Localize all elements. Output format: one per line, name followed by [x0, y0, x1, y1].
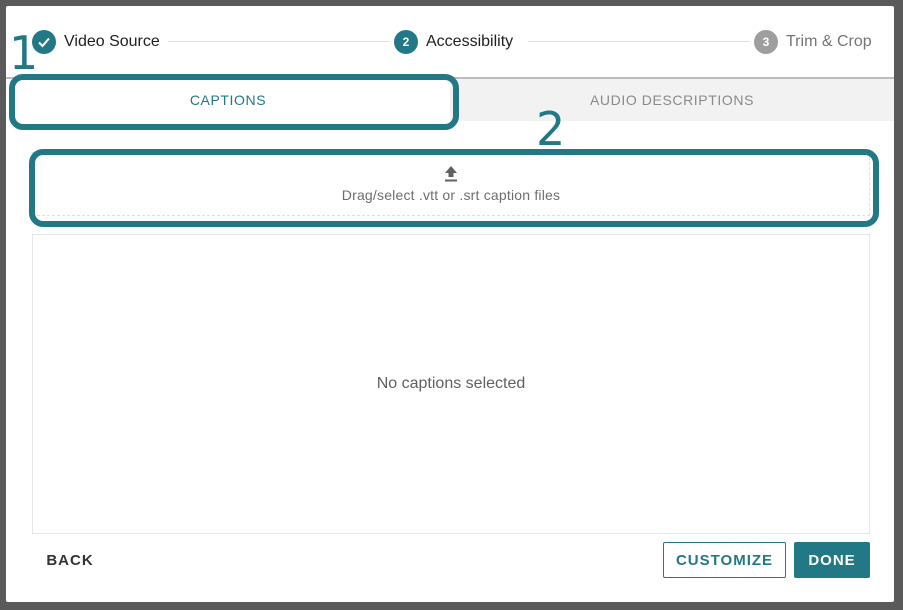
customize-button[interactable]: CUSTOMIZE — [663, 542, 786, 578]
annotation-marker-1: 1 — [9, 26, 39, 80]
step-connector — [528, 41, 750, 42]
step-trim-crop[interactable]: 3 Trim & Crop — [754, 30, 872, 54]
step-video-source[interactable]: Video Source — [32, 30, 160, 54]
step-label: Trim & Crop — [786, 33, 872, 50]
step-label: Accessibility — [426, 33, 514, 50]
annotation-box-captions — [9, 74, 459, 130]
annotation-marker-2: 2 — [536, 102, 566, 156]
step-connector — [168, 41, 390, 42]
step-accessibility[interactable]: 2 Accessibility — [394, 30, 513, 54]
step-number: 3 — [754, 30, 778, 54]
tab-audio-descriptions[interactable]: AUDIO DESCRIPTIONS — [450, 79, 894, 121]
caption-list: No captions selected — [32, 234, 870, 534]
step-number: 2 — [394, 30, 418, 54]
empty-state-text: No captions selected — [376, 375, 526, 392]
step-label: Video Source — [64, 33, 160, 50]
back-button[interactable]: BACK — [36, 542, 104, 578]
done-button[interactable]: DONE — [794, 542, 870, 578]
stepper: Video Source 2 Accessibility 3 Trim & Cr… — [6, 6, 894, 78]
annotation-box-dropzone — [29, 149, 879, 227]
